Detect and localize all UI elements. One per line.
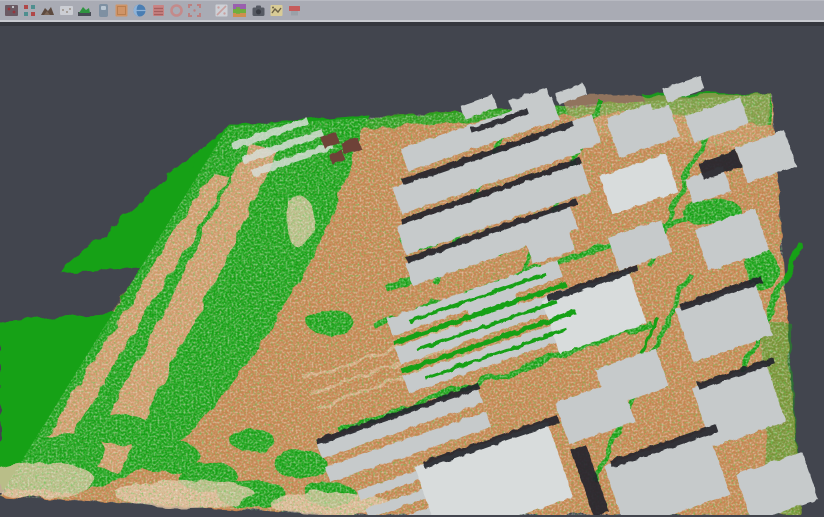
ring-tool-icon[interactable] [169,3,185,19]
attribute-table-icon[interactable] [150,3,166,19]
globe-icon[interactable] [132,3,148,19]
measure-notes-icon[interactable] [268,3,284,19]
point-cloud-icon[interactable] [3,3,19,19]
faded-tool-icon[interactable] [213,3,229,19]
viewport-top-band [0,22,824,26]
terrain-model-icon[interactable] [77,3,93,19]
sparse-points-icon[interactable] [58,3,74,19]
camera-view-icon[interactable] [250,3,266,19]
scatter-points-icon[interactable] [22,3,38,19]
mound-icon[interactable] [40,3,56,19]
point-cloud-canvas [0,22,824,515]
red-slab-icon[interactable] [287,3,303,19]
viewport-3d[interactable] [0,22,824,515]
selection-box-icon[interactable] [187,3,203,19]
toolbar-separator [204,3,212,19]
raster-dem-icon[interactable] [113,3,129,19]
application-window: { "window": { "toolbar_background": "#a9… [0,0,824,517]
profile-panel-icon[interactable] [95,3,111,19]
classification-icon[interactable] [232,3,248,19]
main-toolbar [0,0,824,22]
